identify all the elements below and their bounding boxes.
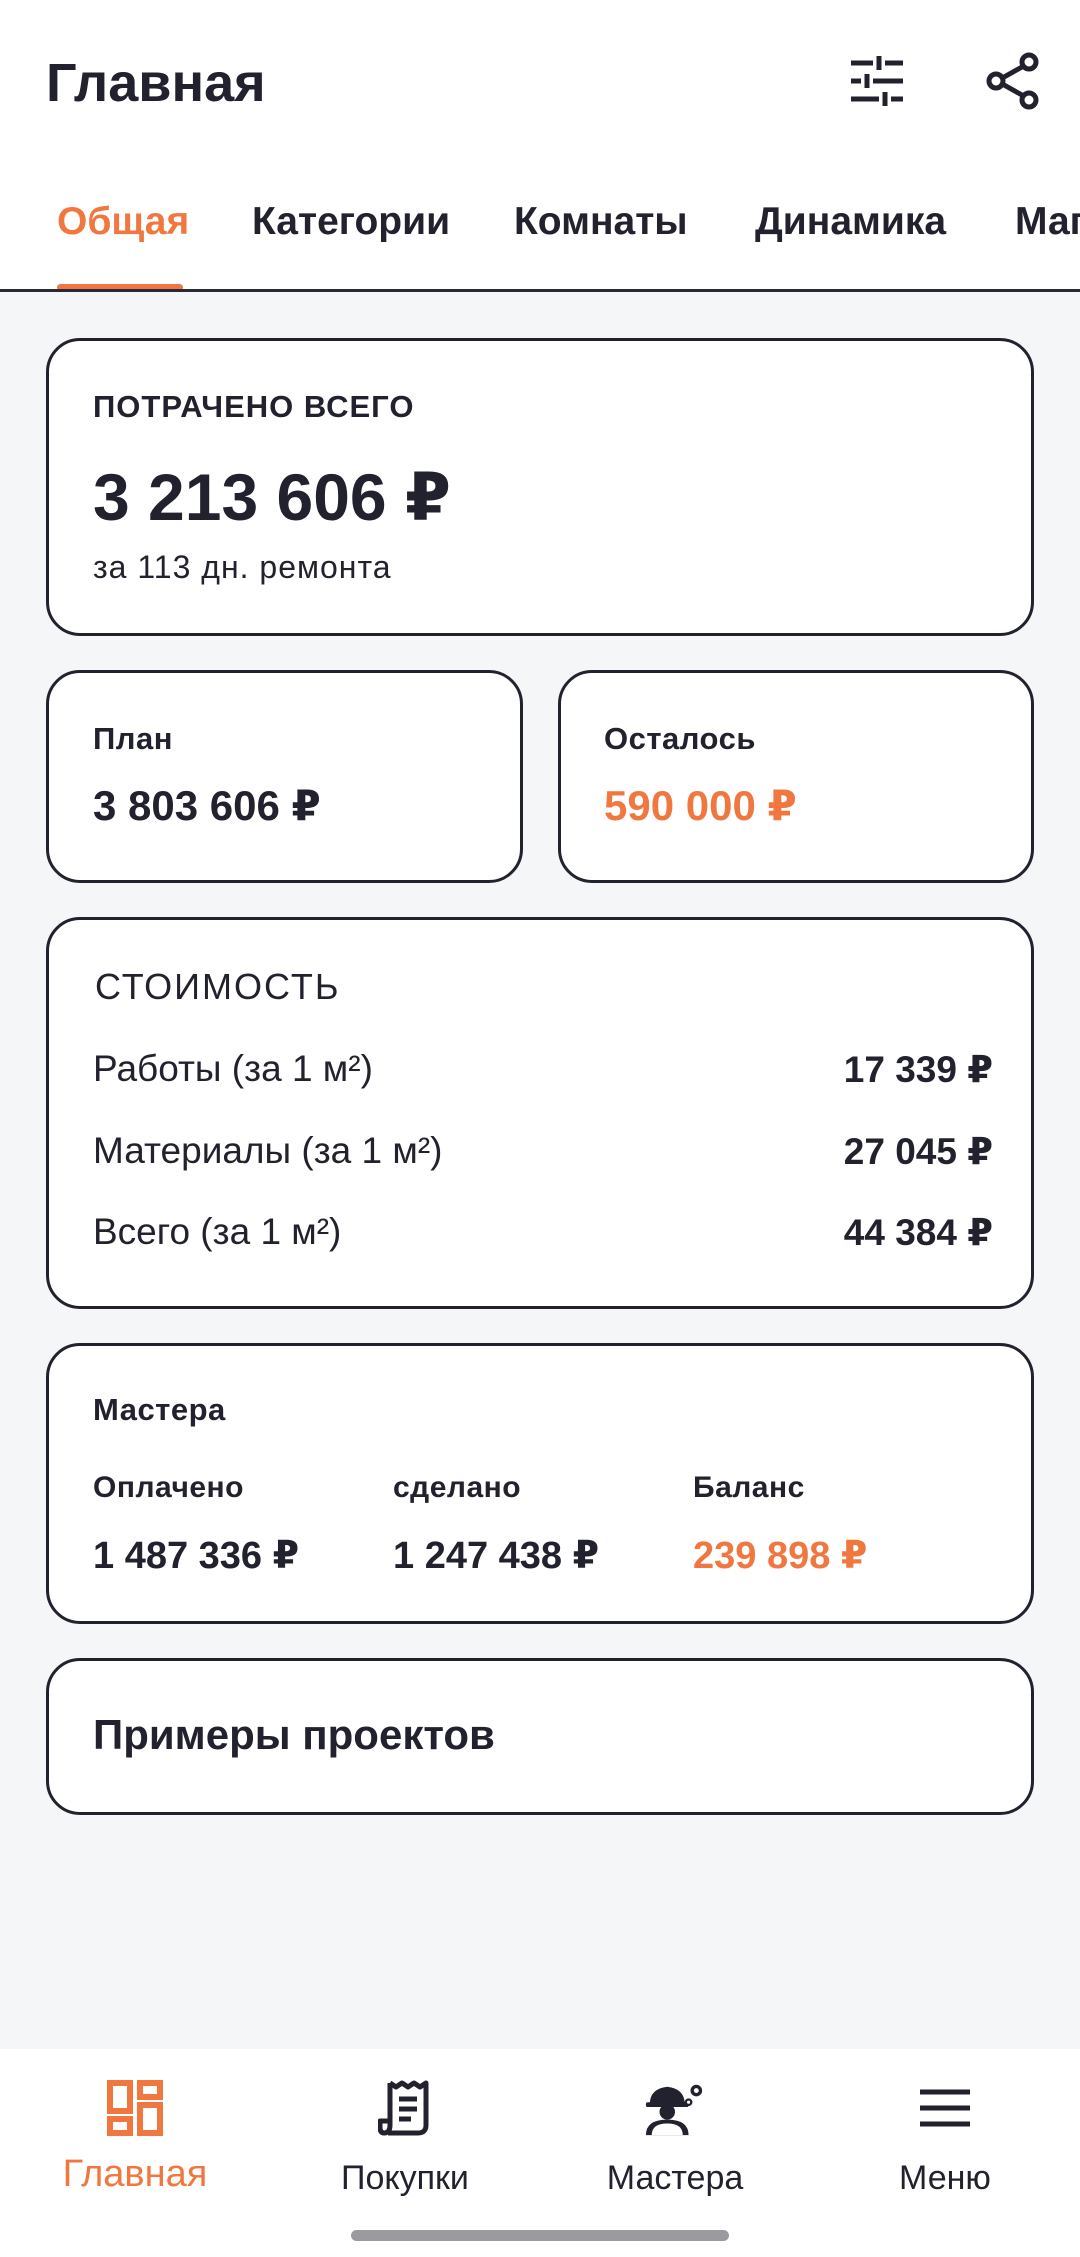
nav-label: Главная	[62, 2153, 208, 2195]
nav-home[interactable]: Главная	[15, 2077, 255, 2227]
cost-row-label: Материалы (за 1 м²)	[93, 1130, 443, 1171]
tab-dynamics[interactable]: Динамика	[755, 200, 946, 244]
bottom-navigation: Главная Покупки Мастера Меню	[0, 2049, 1080, 2257]
masters-paid: Оплачено 1 487 336 ₽	[93, 1471, 393, 1578]
done-value: 1 247 438 ₽	[393, 1535, 600, 1577]
examples-title: Примеры проектов	[93, 1711, 495, 1758]
cost-card[interactable]: СТОИМОСТЬ Работы (за 1 м²) 17 339 ₽ Мате…	[46, 917, 1034, 1309]
receipt-icon	[374, 2077, 436, 2139]
done-label: сделано	[393, 1471, 522, 1504]
cost-row-label: Работы (за 1 м²)	[93, 1048, 373, 1089]
masters-balance: Баланс 239 898 ₽	[693, 1471, 993, 1578]
sliders-icon[interactable]	[844, 48, 910, 114]
masters-done: сделано 1 247 438 ₽	[393, 1471, 693, 1578]
cost-row-value: 17 339 ₽	[843, 1048, 993, 1090]
cost-row-total: Всего (за 1 м²) 44 384 ₽	[93, 1207, 993, 1257]
cost-row-label: Всего (за 1 м²)	[93, 1211, 342, 1252]
plan-label: План	[93, 721, 173, 756]
plan-card[interactable]: План 3 803 606 ₽	[46, 670, 523, 883]
paid-label: Оплачено	[93, 1471, 244, 1504]
plan-amount: 3 803 606 ₽	[93, 782, 321, 829]
cost-row-works: Работы (за 1 м²) 17 339 ₽	[93, 1044, 993, 1094]
cost-row-value: 27 045 ₽	[843, 1130, 993, 1172]
nav-masters[interactable]: Мастера	[555, 2077, 795, 2227]
nav-label: Покупки	[341, 2159, 469, 2197]
total-caption: ПОТРАЧЕНО ВСЕГО	[93, 389, 415, 424]
nav-label: Меню	[899, 2159, 991, 2197]
worker-icon	[644, 2077, 706, 2139]
nav-purchases[interactable]: Покупки	[285, 2077, 525, 2227]
cost-row-materials: Материалы (за 1 м²) 27 045 ₽	[93, 1126, 993, 1176]
total-amount: 3 213 606 ₽	[93, 460, 451, 534]
paid-value: 1 487 336 ₽	[93, 1535, 300, 1577]
nav-menu[interactable]: Меню	[825, 2077, 1065, 2227]
tab-more[interactable]: Маг	[1015, 200, 1080, 244]
page-title: Главная	[46, 53, 266, 113]
home-indicator[interactable]	[351, 2230, 729, 2241]
masters-card[interactable]: Мастера Оплачено 1 487 336 ₽ сделано 1 2…	[46, 1343, 1034, 1624]
remaining-amount: 590 000 ₽	[604, 782, 797, 829]
total-spent-card[interactable]: ПОТРАЧЕНО ВСЕГО 3 213 606 ₽ за 113 дн. р…	[46, 338, 1034, 636]
share-icon[interactable]	[980, 48, 1046, 114]
tab-bar: Общая Категории Комнаты Динамика Маг	[0, 190, 1080, 290]
remaining-label: Осталось	[604, 721, 756, 756]
project-examples-card[interactable]: Примеры проектов	[46, 1658, 1034, 1815]
balance-value: 239 898 ₽	[693, 1535, 868, 1577]
remaining-card[interactable]: Осталось 590 000 ₽	[558, 670, 1034, 883]
masters-title: Мастера	[93, 1392, 226, 1427]
cost-row-value: 44 384 ₽	[843, 1211, 993, 1253]
balance-label: Баланс	[693, 1471, 805, 1504]
tab-categories[interactable]: Категории	[252, 200, 450, 244]
tab-general[interactable]: Общая	[57, 200, 189, 244]
dashboard-icon	[104, 2077, 166, 2139]
menu-icon	[914, 2077, 976, 2139]
total-subtitle: за 113 дн. ремонта	[93, 549, 392, 585]
header-divider	[0, 289, 1080, 292]
cost-caption: СТОИМОСТЬ	[95, 966, 341, 1007]
tab-rooms[interactable]: Комнаты	[514, 200, 688, 244]
app-header: Главная Общая Категории Комнаты Динамика…	[0, 0, 1080, 292]
nav-label: Мастера	[606, 2159, 744, 2197]
